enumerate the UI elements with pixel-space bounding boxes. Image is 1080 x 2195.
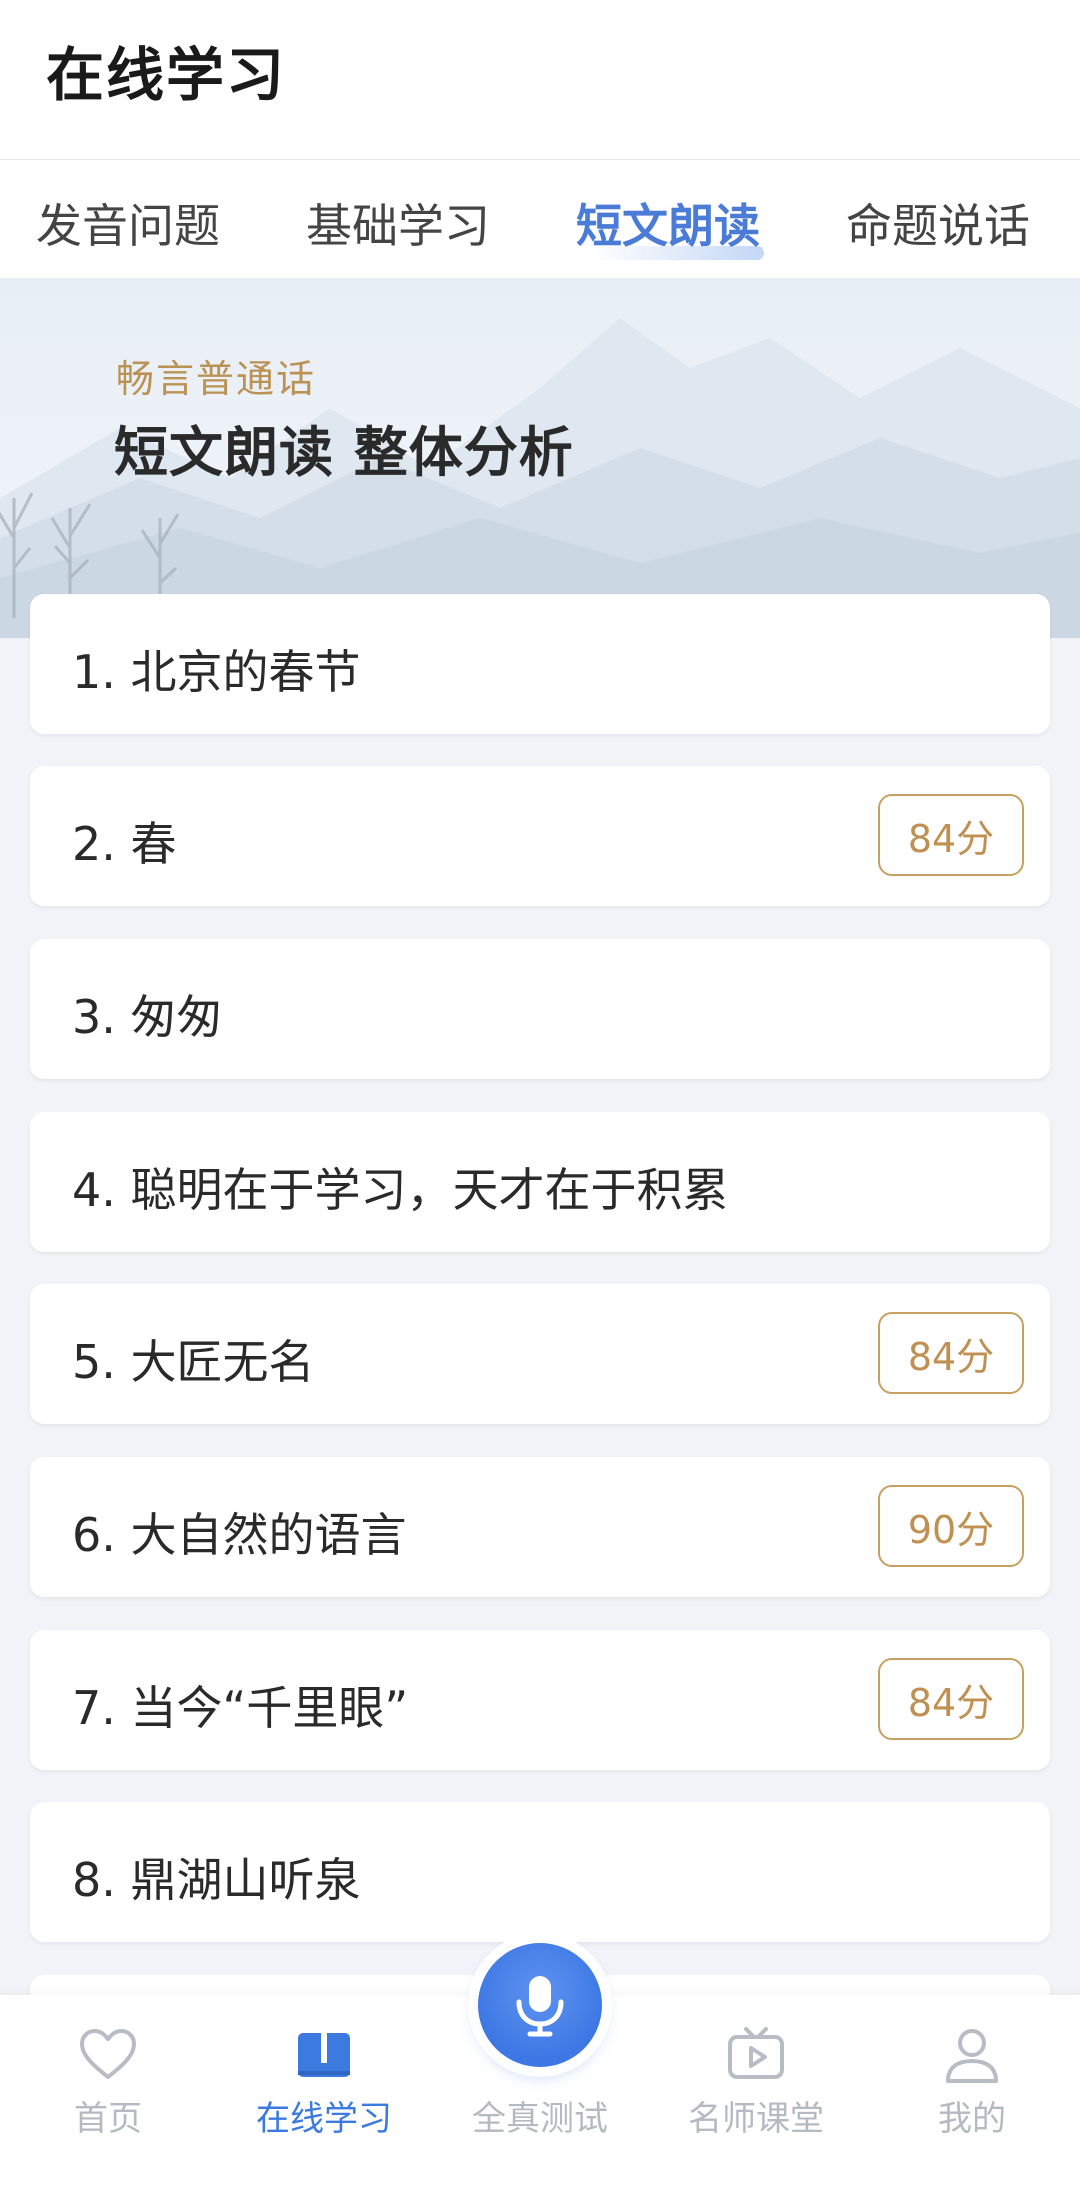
- user-icon: [946, 2029, 998, 2083]
- list-item[interactable]: 3. 匆匆: [30, 939, 1050, 1079]
- tabbar-mine[interactable]: 我的: [872, 1995, 1072, 2195]
- article-title: 8. 鼎湖山听泉: [72, 1853, 361, 1907]
- tabbar-online-study[interactable]: 在线学习: [224, 1995, 424, 2195]
- score-badge: 84分: [878, 1312, 1024, 1394]
- article-title: 1. 北京的春节: [72, 645, 361, 699]
- category-tabs: 发音问题 基础学习 短文朗读 命题说话: [0, 160, 1080, 278]
- score-badge: 84分: [878, 1658, 1024, 1740]
- article-title: 4. 聪明在于学习，天才在于积累: [72, 1163, 729, 1217]
- microphone-icon: [516, 1976, 564, 2037]
- tab-topic-speaking[interactable]: 命题说话: [846, 190, 1030, 256]
- tabbar-label: 我的: [938, 2099, 1006, 2139]
- banner: 畅言普通话 短文朗读 整体分析: [0, 278, 1080, 638]
- tabbar-teacher-class[interactable]: 名师课堂: [656, 1995, 856, 2195]
- app-header: 在线学习: [0, 0, 1080, 160]
- list-item[interactable]: 5. 大匠无名 84分: [30, 1284, 1050, 1424]
- tabbar-label: 全真测试: [472, 2099, 608, 2139]
- list-item[interactable]: 2. 春 84分: [30, 766, 1050, 906]
- tabbar-label: 在线学习: [256, 2099, 392, 2139]
- score-badge: 90分: [878, 1485, 1024, 1567]
- tab-basics[interactable]: 基础学习: [306, 190, 490, 256]
- tabbar-home[interactable]: 首页: [8, 1995, 208, 2195]
- list-item[interactable]: 6. 大自然的语言 90分: [30, 1457, 1050, 1597]
- microphone-button[interactable]: [478, 1943, 602, 2067]
- banner-title: 短文朗读 整体分析: [114, 421, 574, 484]
- list-item[interactable]: 7. 当今“千里眼” 84分: [30, 1630, 1050, 1770]
- book-icon: [298, 2033, 350, 2077]
- score-badge: 84分: [878, 794, 1024, 876]
- active-tab-indicator: [590, 246, 764, 260]
- tabbar-label: 首页: [74, 2099, 142, 2139]
- heart-icon: [80, 2029, 136, 2079]
- tab-short-reading-label: 短文朗读: [576, 199, 760, 253]
- article-title: 2. 春: [72, 817, 177, 871]
- list-item[interactable]: 1. 北京的春节: [30, 594, 1050, 734]
- tv-play-icon: [728, 2027, 784, 2079]
- article-title: 6. 大自然的语言: [72, 1508, 407, 1562]
- tab-pronunciation[interactable]: 发音问题: [36, 190, 220, 256]
- article-title: 5. 大匠无名: [72, 1335, 315, 1389]
- article-title: 7. 当今“千里眼”: [72, 1681, 409, 1735]
- page-title: 在线学习: [46, 41, 287, 109]
- tab-short-reading[interactable]: 短文朗读: [576, 190, 764, 260]
- article-title: 3. 匆匆: [72, 990, 223, 1044]
- banner-subtitle: 畅言普通话: [116, 357, 317, 401]
- list-item[interactable]: 8. 鼎湖山听泉: [30, 1802, 1050, 1942]
- tabbar-label: 名师课堂: [688, 2099, 824, 2139]
- list-item[interactable]: 4. 聪明在于学习，天才在于积累: [30, 1112, 1050, 1252]
